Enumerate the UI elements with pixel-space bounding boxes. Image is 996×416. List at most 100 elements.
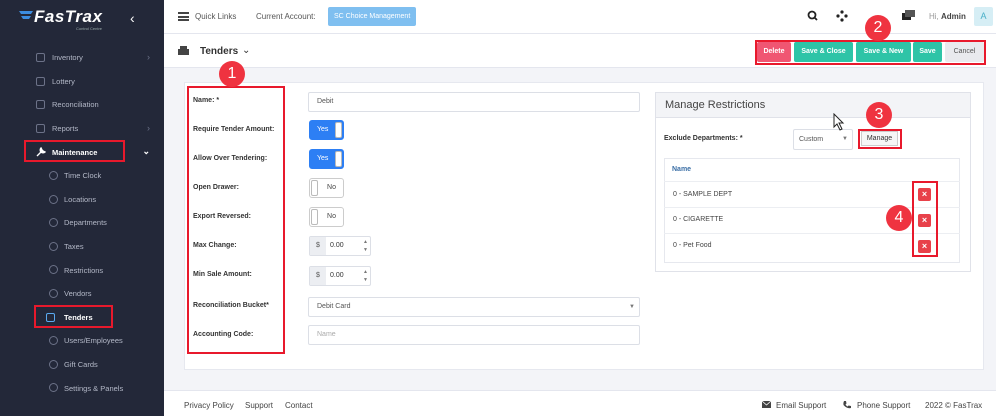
sidebar-item-lottery[interactable]: Lottery [0, 70, 164, 94]
allow-over-tendering-toggle[interactable]: Yes [309, 149, 344, 169]
table-row: 0 - CIGARETTE [673, 216, 724, 223]
apps-icon[interactable] [836, 10, 848, 25]
chat-icon[interactable] [902, 10, 915, 24]
sidebar-item-gift-cards[interactable]: Gift Cards [0, 353, 164, 377]
caret-down-icon: ▼ [629, 304, 635, 310]
stepper-icon[interactable]: ▲ ▼ [363, 238, 368, 254]
privacy-policy-link[interactable]: Privacy Policy [184, 401, 234, 410]
email-icon [761, 400, 772, 410]
manage-button[interactable]: Manage [861, 131, 898, 146]
chevron-right-icon: › [147, 52, 150, 62]
gift-card-icon [49, 359, 58, 369]
reconciliation-icon [36, 100, 45, 110]
copyright: 2022 © FasTrax [925, 401, 983, 410]
accounting-code-input[interactable]: Name [308, 325, 640, 345]
bucket-value: Debit Card [317, 303, 351, 310]
tenders-page-icon [178, 46, 189, 58]
min-sale-input[interactable]: $ 0.00 ▲ ▼ [309, 266, 371, 286]
toggle-text: Yes [317, 126, 329, 133]
sidebar-item-departments[interactable]: Departments [0, 211, 164, 235]
sidebar-item-label: Gift Cards [64, 360, 98, 370]
wrench-icon [36, 147, 47, 157]
min-sale-label: Min Sale Amount: [193, 271, 252, 278]
fastrax-logo[interactable]: FasTrax Control Centre [18, 6, 110, 31]
current-account-label: Current Account: [256, 12, 316, 21]
export-reversed-toggle[interactable]: No [309, 207, 344, 227]
open-drawer-label: Open Drawer: [193, 184, 239, 191]
stepper-icon[interactable]: ▲ ▼ [363, 268, 368, 284]
phone-support-link[interactable]: Phone Support [857, 401, 910, 410]
sidebar-item-label: Restrictions [64, 265, 104, 275]
users-icon [49, 336, 58, 346]
chevron-down-icon[interactable]: ⌄ [242, 45, 250, 56]
email-support-link[interactable]: Email Support [776, 401, 826, 410]
remove-row-icon[interactable]: × [918, 214, 931, 227]
exclude-departments-select[interactable]: Custom ▼ [793, 129, 853, 150]
open-drawer-toggle[interactable]: No [309, 178, 344, 198]
current-account-badge[interactable]: SC Choice Management [328, 7, 417, 26]
sidebar-item-tenders[interactable]: Tenders [0, 306, 164, 330]
save-new-button[interactable]: Save & New [856, 42, 911, 62]
sidebar-item-maintenance[interactable]: Maintenance ⌄ [0, 140, 164, 164]
max-change-label: Max Change: [193, 242, 237, 249]
search-icon[interactable] [807, 10, 818, 24]
currency-symbol: $ [310, 267, 326, 285]
callout-1: 1 [219, 61, 245, 87]
save-button[interactable]: Save [913, 42, 942, 62]
location-icon [49, 194, 58, 204]
menu-icon[interactable] [178, 12, 189, 21]
max-change-input[interactable]: $ 0.00 ▲ ▼ [309, 236, 371, 256]
restrictions-title: Manage Restrictions [665, 99, 766, 111]
page-title: Tenders [200, 46, 239, 57]
export-reversed-label: Export Reversed: [193, 213, 251, 220]
restrictions-header: Manage Restrictions [656, 93, 970, 118]
sidebar-item-inventory[interactable]: Inventory › [0, 46, 164, 70]
require-tender-toggle[interactable]: Yes [309, 120, 344, 140]
callout-4: 4 [886, 205, 912, 231]
inventory-icon [36, 53, 45, 62]
callout-2: 2 [865, 15, 891, 41]
exclude-value: Custom [799, 136, 824, 143]
remove-row-icon[interactable]: × [918, 188, 931, 201]
reconciliation-bucket-label: Reconciliation Bucket* [193, 302, 269, 309]
chevron-right-icon: › [147, 122, 150, 133]
contact-link[interactable]: Contact [285, 401, 313, 410]
toggle-knob [335, 122, 342, 138]
sidebar-nav: Inventory › Lottery Reconciliation Repor… [0, 46, 164, 400]
sidebar-item-label: Taxes [64, 242, 84, 252]
sidebar-item-locations[interactable]: Locations [0, 188, 164, 212]
avatar[interactable]: A [974, 7, 993, 26]
chevron-down-icon: ⌄ [142, 146, 150, 157]
sidebar-item-users[interactable]: Users/Employees [0, 329, 164, 353]
save-close-button[interactable]: Save & Close [794, 42, 853, 62]
sidebar-item-vendors[interactable]: Vendors [0, 282, 164, 306]
toggle-knob [311, 209, 318, 225]
sidebar-item-reconciliation[interactable]: Reconciliation [0, 93, 164, 117]
name-input[interactable]: Debit [308, 92, 640, 112]
settings-icon [49, 383, 58, 393]
support-link[interactable]: Support [245, 401, 273, 410]
exclude-departments-label: Exclude Departments: * [664, 135, 743, 142]
sidebar-item-label: Time Clock [64, 171, 102, 181]
caret-down-icon: ▼ [842, 136, 848, 142]
sidebar-item-time-clock[interactable]: Time Clock [0, 164, 164, 188]
tenders-icon [46, 312, 55, 322]
reconciliation-bucket-select[interactable]: Debit Card ▼ [308, 297, 640, 317]
restrictions-icon [49, 265, 58, 275]
delete-button[interactable]: Delete [757, 42, 791, 62]
sidebar-item-label: Tenders [64, 312, 93, 322]
sidebar-item-taxes[interactable]: Taxes [0, 235, 164, 259]
quick-links[interactable]: Quick Links [195, 12, 236, 21]
sidebar-collapse-icon[interactable]: ‹ [130, 10, 135, 26]
sidebar-item-label: Departments [64, 218, 107, 228]
table-divider [664, 181, 960, 182]
vendors-icon [49, 288, 58, 298]
footer: Privacy Policy Support Contact Email Sup… [164, 390, 996, 416]
sidebar-item-reports[interactable]: Reports › [0, 117, 164, 141]
cancel-button[interactable]: Cancel [945, 42, 984, 62]
sidebar-item-label: Users/Employees [64, 336, 123, 346]
sidebar-item-settings[interactable]: Settings & Panels [0, 376, 164, 400]
remove-row-icon[interactable]: × [918, 240, 931, 253]
logo-tagline: Control Centre [76, 26, 103, 31]
sidebar-item-restrictions[interactable]: Restrictions [0, 258, 164, 282]
